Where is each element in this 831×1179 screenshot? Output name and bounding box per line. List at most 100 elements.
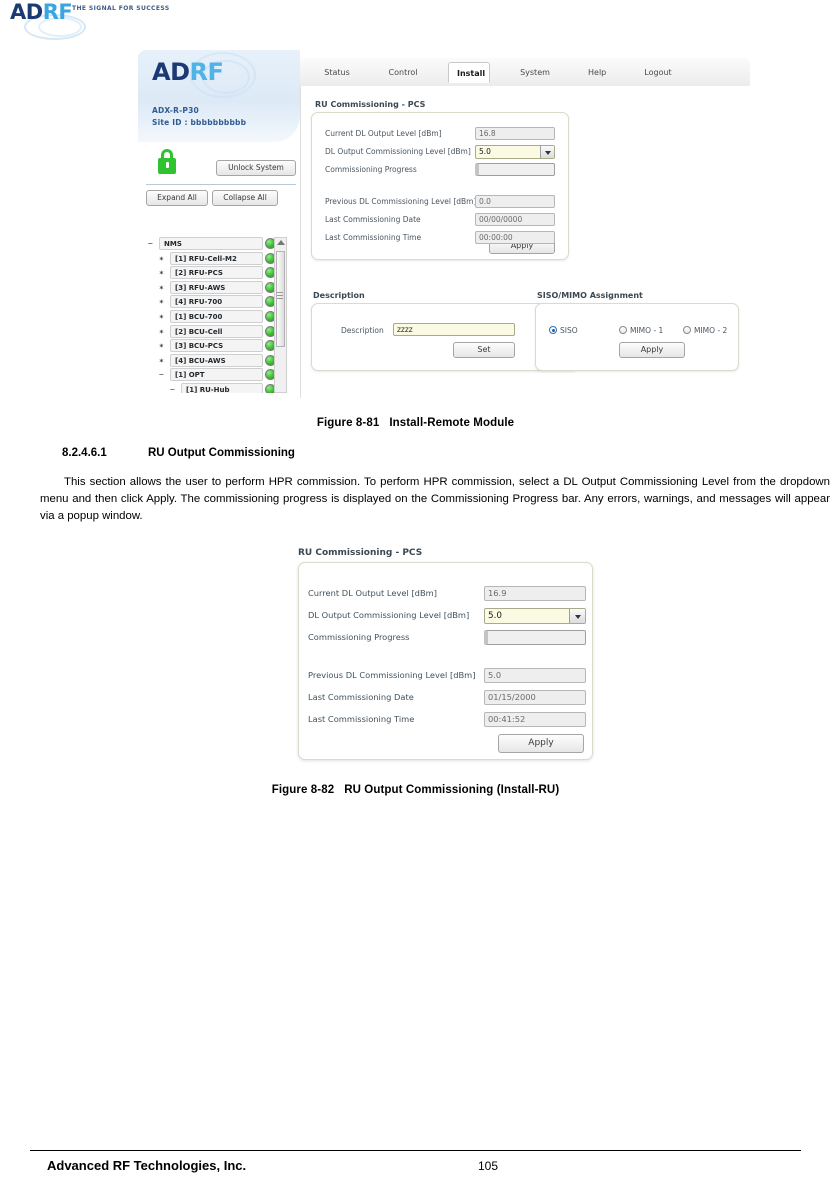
tree-item-label[interactable]: [1] RFU-Cell-M2	[170, 251, 263, 265]
tab-help[interactable]: Help	[580, 62, 614, 83]
siso-mimo-apply-button[interactable]: Apply	[619, 342, 685, 358]
page-header: ADRF THE SIGNAL FOR SUCCESS	[0, 0, 831, 40]
gui-window: ADRF ADX-R-P30 Site ID : bbbbbbbbbb Unlo…	[138, 50, 751, 398]
footer-page-number: 105	[478, 1159, 499, 1173]
lock-icon	[158, 149, 176, 174]
readonly-field: 16.8	[475, 127, 555, 140]
logo-text-ad: AD	[10, 0, 43, 24]
chevron-down-icon[interactable]	[540, 146, 554, 158]
tree-expand-icon[interactable]: ✶	[159, 283, 164, 292]
field-label: Last Commissioning Date	[325, 215, 421, 224]
field-label: Current DL Output Level [dBm]	[325, 129, 442, 138]
main-tab-bar[interactable]: Status Control Install System Help Logout	[300, 58, 750, 87]
tree-item-label[interactable]: [2] BCU-Cell	[170, 324, 263, 338]
figure-caption-1-text: Install-Remote Module	[389, 417, 515, 429]
device-site-id: Site ID : bbbbbbbbbb	[152, 118, 247, 127]
tree-expand-icon[interactable]: ✶	[159, 312, 164, 321]
adrf-logo: ADRF THE SIGNAL FOR SUCCESS	[10, 0, 169, 40]
ru-commissioning-title: RU Commissioning - PCS	[315, 100, 426, 109]
siso-mimo-panel	[535, 303, 739, 371]
readonly-field: 00/00/0000	[475, 213, 555, 226]
tree-item-label[interactable]: [1] OPT	[170, 368, 263, 382]
readonly-field: 00:00:00	[475, 231, 555, 244]
readonly-field: 01/15/2000	[484, 690, 586, 705]
footer-divider	[30, 1150, 801, 1151]
panel-logo-ad: AD	[152, 58, 190, 86]
tree-item-label[interactable]: [1] BCU-700	[170, 309, 263, 323]
tree-expand-icon[interactable]: ✶	[159, 342, 164, 350]
tree-item-label[interactable]: [4] BCU-AWS	[170, 353, 263, 367]
figure2-apply-button[interactable]: Apply	[498, 734, 584, 753]
tree-item-label[interactable]: [1] RU-Hub	[181, 382, 263, 393]
section-body-text: This section allows the user to perform …	[40, 476, 830, 523]
tree-expand-icon[interactable]: ✶	[159, 298, 164, 306]
commissioning-progress-bar	[475, 163, 555, 176]
description-input[interactable]: zzzz	[393, 323, 515, 336]
figure-caption-2-text: RU Output Commissioning (Install-RU)	[344, 784, 560, 796]
panel-divider	[146, 184, 296, 185]
tree-expand-icon[interactable]: ✶	[159, 269, 164, 277]
logo-tagline: THE SIGNAL FOR SUCCESS	[72, 5, 170, 12]
radio-label[interactable]: MIMO - 2	[694, 325, 727, 337]
tree-expand-icon[interactable]: ✶	[159, 327, 164, 336]
section-number: 8.2.4.6.1	[62, 447, 107, 459]
radio-label[interactable]: MIMO - 1	[630, 325, 663, 337]
radio-mimo-2[interactable]	[683, 326, 691, 334]
dl-output-commissioning-level-select[interactable]: 5.0	[475, 145, 555, 159]
tree-item-label[interactable]: NMS	[159, 237, 263, 250]
section-heading: 8.2.4.6.1 RU Output Commissioning	[62, 447, 295, 459]
scrollbar-thumb[interactable]	[276, 251, 285, 347]
description-title: Description	[313, 291, 365, 300]
radio-label[interactable]: SISO	[560, 325, 578, 337]
field-label: Current DL Output Level [dBm]	[308, 588, 437, 598]
radio-siso[interactable]	[549, 326, 557, 334]
figure-install-remote-module: ADRF ADX-R-P30 Site ID : bbbbbbbbbb Unlo…	[138, 50, 751, 398]
unlock-system-button[interactable]: Unlock System	[216, 160, 296, 176]
tree-expand-icon[interactable]: ✶	[159, 356, 164, 365]
panel-logo: ADRF	[152, 58, 224, 86]
logo-text-rf: RF	[42, 0, 73, 24]
field-label: Previous DL Commissioning Level [dBm]	[308, 670, 476, 680]
expand-all-button[interactable]: Expand All	[146, 190, 208, 206]
tree-item-label[interactable]: [3] BCU-PCS	[170, 339, 263, 353]
tab-control[interactable]: Control	[380, 62, 426, 83]
field-label: Last Commissioning Date	[308, 692, 414, 702]
tree-item-label[interactable]: [4] RFU-700	[170, 295, 263, 309]
dl-output-commissioning-level-select[interactable]: 5.0	[484, 608, 586, 624]
field-label: DL Output Commissioning Level [dBm]	[325, 147, 471, 156]
figure-caption-2-number: Figure 8-82	[271, 784, 335, 796]
tree-item-label[interactable]: [2] RFU-PCS	[170, 266, 263, 280]
readonly-field: 5.0	[484, 668, 586, 683]
readonly-field: 16.9	[484, 586, 586, 601]
panel-logo-rf: RF	[189, 58, 224, 86]
device-tree-scrollbar[interactable]	[274, 237, 287, 393]
main-content-area: RU Commissioning - PCS Apply Description…	[300, 86, 751, 398]
collapse-all-button[interactable]: Collapse All	[212, 190, 278, 206]
radio-mimo-1[interactable]	[619, 326, 627, 334]
tab-system[interactable]: System	[512, 62, 558, 83]
tree-collapse-icon[interactable]: −	[148, 240, 153, 248]
footer-company: Advanced RF Technologies, Inc.	[47, 1158, 247, 1173]
figure-caption-1-number: Figure 8-81	[316, 417, 380, 429]
figure-caption-1: Figure 8-81 Install-Remote Module	[0, 417, 831, 429]
scroll-up-arrow-icon[interactable]	[277, 240, 285, 245]
field-label: Previous DL Commissioning Level [dBm]	[325, 197, 477, 206]
chevron-down-icon[interactable]	[569, 609, 585, 623]
tree-collapse-icon[interactable]: −	[170, 385, 175, 393]
tab-logout[interactable]: Logout	[636, 62, 680, 83]
logo-wordmark: ADRF	[10, 0, 73, 24]
siso-mimo-title: SISO/MIMO Assignment	[537, 291, 643, 300]
field-label: DL Output Commissioning Level [dBm]	[308, 610, 470, 620]
tab-status[interactable]: Status	[316, 62, 358, 83]
description-set-button[interactable]: Set	[453, 342, 515, 358]
commissioning-progress-bar	[484, 630, 586, 645]
scrollbar-grip-icon	[277, 292, 283, 293]
tree-collapse-icon[interactable]: −	[159, 371, 164, 379]
field-label: Commissioning Progress	[308, 632, 410, 642]
tree-item-label[interactable]: [3] RFU-AWS	[170, 280, 263, 294]
section-title: RU Output Commissioning	[148, 447, 295, 459]
tab-install[interactable]: Install	[448, 62, 490, 83]
device-info-panel: ADRF ADX-R-P30 Site ID : bbbbbbbbbb	[138, 50, 300, 142]
tree-expand-icon[interactable]: ✶	[159, 254, 164, 263]
field-label: Commissioning Progress	[325, 165, 417, 174]
